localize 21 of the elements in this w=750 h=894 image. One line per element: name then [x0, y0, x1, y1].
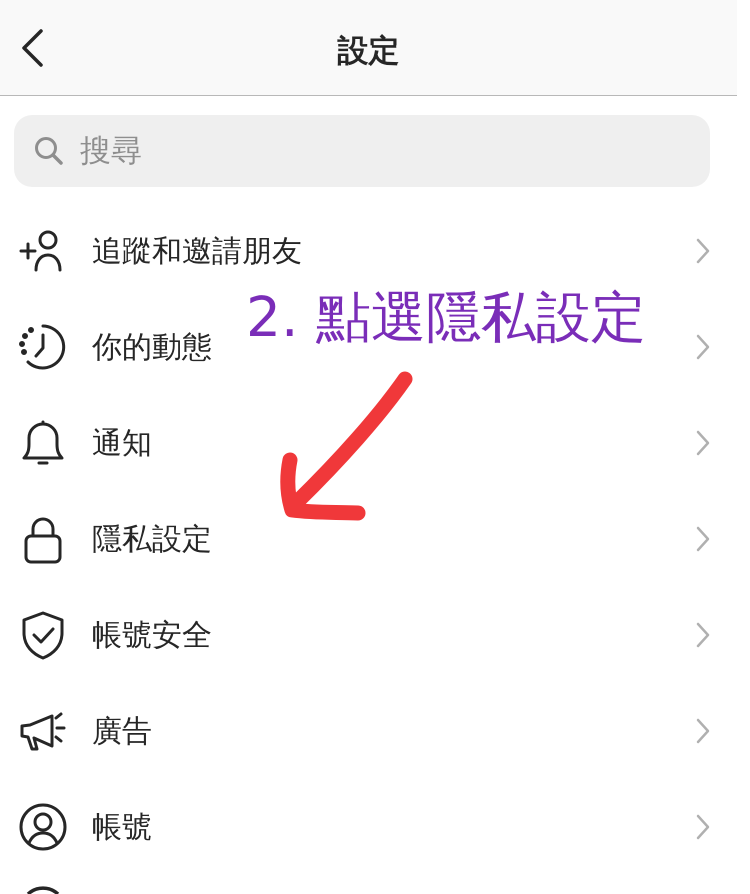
settings-item[interactable]: 通知 [92, 420, 152, 466]
chevron-icon [696, 334, 710, 360]
clock-icon [18, 322, 68, 372]
chevron-icon [696, 622, 710, 648]
account-icon [18, 802, 68, 852]
chevron-icon [696, 814, 710, 840]
settings-item[interactable]: 帳號 [92, 804, 152, 850]
settings-item[interactable]: 隱私設定 [92, 516, 212, 562]
settings-item[interactable]: 追蹤和邀請朋友 [92, 228, 302, 274]
settings-item[interactable]: 帳號安全 [92, 612, 212, 658]
settings-item[interactable]: 廣告 [92, 708, 152, 754]
back-icon [19, 28, 45, 68]
search-field[interactable]: 搜尋 [14, 115, 710, 187]
search-icon [34, 136, 64, 166]
chevron-icon [696, 430, 710, 456]
annotation-text: 2. 點選隱私設定 [246, 284, 646, 351]
chevron-icon [696, 526, 710, 552]
chevron-icon [696, 718, 710, 744]
settings-item[interactable]: 你的動態 [92, 324, 212, 370]
page-title: 設定 [338, 33, 400, 69]
chevron-icon [696, 238, 710, 264]
